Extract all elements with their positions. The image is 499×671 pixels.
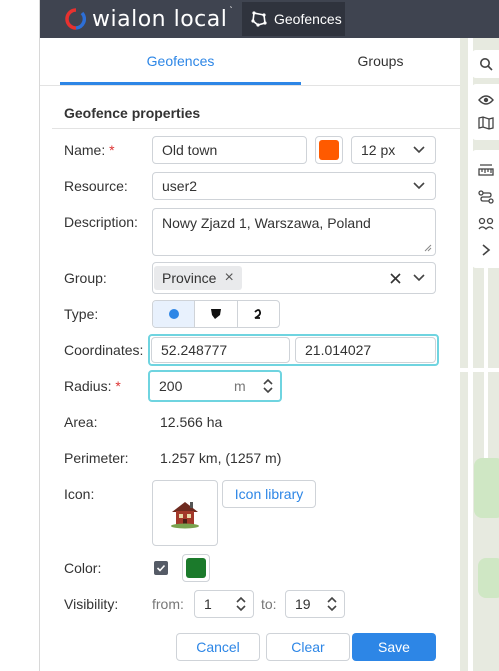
color-label: Color: <box>64 560 102 576</box>
radius-value: 200 <box>159 378 183 394</box>
map-tools-group <box>472 150 499 268</box>
visibility-to-value: 19 <box>295 596 311 612</box>
type-polygon-button[interactable] <box>195 301 238 327</box>
line-color-fill <box>319 140 339 160</box>
section-divider <box>52 128 460 129</box>
clear-icon[interactable] <box>390 273 401 284</box>
radius-label: Radius: * <box>64 378 121 394</box>
checkmark-icon <box>156 564 166 572</box>
visibility-to-input[interactable]: 19 <box>285 590 345 618</box>
description-label: Description: <box>64 214 138 230</box>
polygon-icon <box>210 309 221 319</box>
geofence-color-picker[interactable] <box>182 554 210 582</box>
map-park <box>474 458 499 518</box>
radius-label-text: Radius: <box>64 378 112 394</box>
line-color-picker[interactable] <box>315 136 343 164</box>
name-label: Name: * <box>64 142 115 158</box>
chevron-down-icon <box>413 146 425 154</box>
tab-geofences[interactable]: Geofences <box>60 38 301 86</box>
name-input-value: Old town <box>162 142 218 158</box>
ruler-icon[interactable] <box>477 163 494 177</box>
resource-value: user2 <box>162 178 198 194</box>
type-line-button[interactable] <box>238 301 279 327</box>
cancel-button[interactable]: Cancel <box>176 633 260 661</box>
icon-library-button[interactable]: Icon library <box>222 480 316 508</box>
panel-tabs: Geofences Groups <box>40 38 460 86</box>
search-icon <box>479 58 493 71</box>
save-button[interactable]: Save <box>352 633 436 661</box>
map-view-group <box>472 84 499 140</box>
clear-button[interactable]: Clear <box>266 633 350 661</box>
left-gutter <box>0 0 39 671</box>
module-tab-geofences[interactable]: Geofences <box>242 2 345 36</box>
visibility-label: Visibility: <box>64 596 119 612</box>
circle-icon <box>168 309 179 319</box>
type-toggle <box>152 300 280 328</box>
icon-preview[interactable] <box>152 480 218 546</box>
area-value: 12.566 ha <box>160 414 223 430</box>
map-park <box>478 558 499 598</box>
line-icon <box>254 309 262 319</box>
resource-label: Resource: <box>64 178 128 194</box>
map-search-button[interactable] <box>472 50 499 78</box>
group-chip: Province × <box>154 266 242 290</box>
area-label: Area: <box>64 414 98 430</box>
chevron-down-icon <box>413 182 425 190</box>
visibility-to-label: to: <box>261 596 277 612</box>
section-title: Geofence properties <box>64 105 201 121</box>
longitude-input[interactable]: 21.014027 <box>295 337 436 363</box>
type-label: Type: <box>64 306 99 322</box>
required-mark: * <box>109 142 115 158</box>
route-icon[interactable] <box>477 189 494 204</box>
visibility-from-label: from: <box>152 596 184 612</box>
description-value: Nowy Zjazd 1, Warszawa, Poland <box>162 215 371 231</box>
logo-mark-tick: ˋ <box>229 5 233 17</box>
longitude-value: 21.014027 <box>305 342 372 358</box>
type-circle-button[interactable] <box>153 301 196 327</box>
track-icon[interactable] <box>477 217 494 231</box>
geofence-panel: Geofences Groups Geofence properties Nam… <box>40 38 460 671</box>
app-logo[interactable]: wialon local ˋ <box>64 6 233 32</box>
top-bar: wialon local ˋ Geofences <box>40 0 499 38</box>
house-icon <box>171 502 199 529</box>
line-width-value: 12 px <box>361 142 396 158</box>
tab-groups[interactable]: Groups <box>301 38 460 86</box>
module-tab-label: Geofences <box>274 11 342 27</box>
visibility-from-input[interactable]: 1 <box>194 590 254 618</box>
logo-mark-icon <box>65 8 86 30</box>
latitude-input[interactable]: 52.248777 <box>151 337 290 363</box>
expand-icon[interactable] <box>481 243 491 256</box>
name-label-text: Name: <box>64 142 106 158</box>
latitude-value: 52.248777 <box>161 342 228 358</box>
required-mark: * <box>115 378 121 394</box>
geofence-color-fill <box>186 558 206 578</box>
map-layers-icon[interactable] <box>477 116 494 130</box>
chip-remove-icon[interactable]: × <box>224 269 233 287</box>
chevron-down-icon <box>413 274 425 282</box>
icon-label: Icon: <box>64 486 95 502</box>
map-road <box>460 368 499 372</box>
perimeter-value: 1.257 km, (1257 m) <box>160 450 282 466</box>
resource-select[interactable]: user2 <box>152 172 436 200</box>
group-chip-label: Province <box>162 270 217 286</box>
logo-text: wialon local <box>92 6 228 32</box>
coordinates-label: Coordinates: <box>64 342 144 358</box>
description-textarea[interactable]: Nowy Zjazd 1, Warszawa, Poland <box>152 208 436 256</box>
visibility-from-value: 1 <box>204 596 212 612</box>
radius-input[interactable]: 200 m <box>148 370 282 402</box>
radius-unit: m <box>234 378 246 394</box>
stepper-icon[interactable] <box>235 596 247 612</box>
geofence-icon <box>251 11 267 27</box>
stepper-icon[interactable] <box>326 596 338 612</box>
perimeter-label: Perimeter: <box>64 450 129 466</box>
line-width-select[interactable]: 12 px <box>351 136 436 164</box>
active-tab-indicator <box>60 82 301 85</box>
color-checkbox[interactable] <box>154 561 168 575</box>
stepper-icon[interactable] <box>262 378 274 394</box>
resize-grip-icon[interactable] <box>424 244 432 252</box>
group-label: Group: <box>64 270 107 286</box>
eye-icon[interactable] <box>477 94 494 106</box>
name-input[interactable]: Old town <box>152 136 307 164</box>
